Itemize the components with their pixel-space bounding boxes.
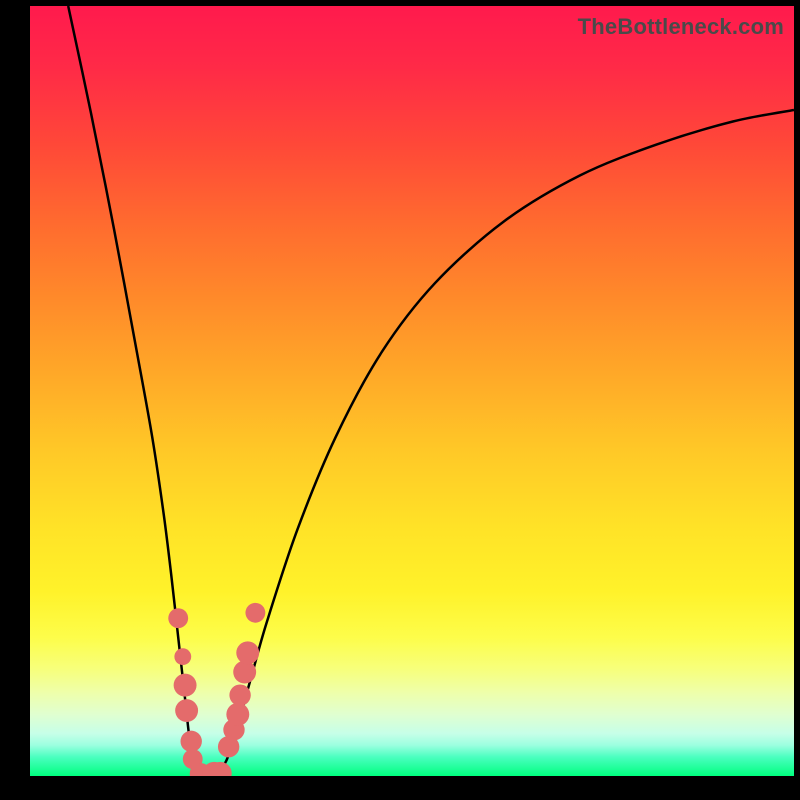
data-marker bbox=[226, 703, 249, 726]
data-marker bbox=[174, 648, 191, 665]
data-marker bbox=[168, 608, 188, 628]
data-marker bbox=[236, 641, 259, 664]
chart-svg bbox=[30, 6, 794, 776]
data-marker bbox=[233, 661, 256, 684]
watermark-text: TheBottleneck.com bbox=[578, 14, 784, 40]
chart-frame: TheBottleneck.com bbox=[0, 0, 800, 800]
right-curve bbox=[213, 110, 794, 776]
data-marker bbox=[175, 699, 198, 722]
marker-group bbox=[168, 603, 265, 776]
data-marker bbox=[174, 674, 197, 697]
data-marker bbox=[181, 731, 202, 752]
data-marker bbox=[245, 603, 265, 623]
data-marker bbox=[229, 684, 250, 705]
plot-area: TheBottleneck.com bbox=[30, 6, 794, 776]
